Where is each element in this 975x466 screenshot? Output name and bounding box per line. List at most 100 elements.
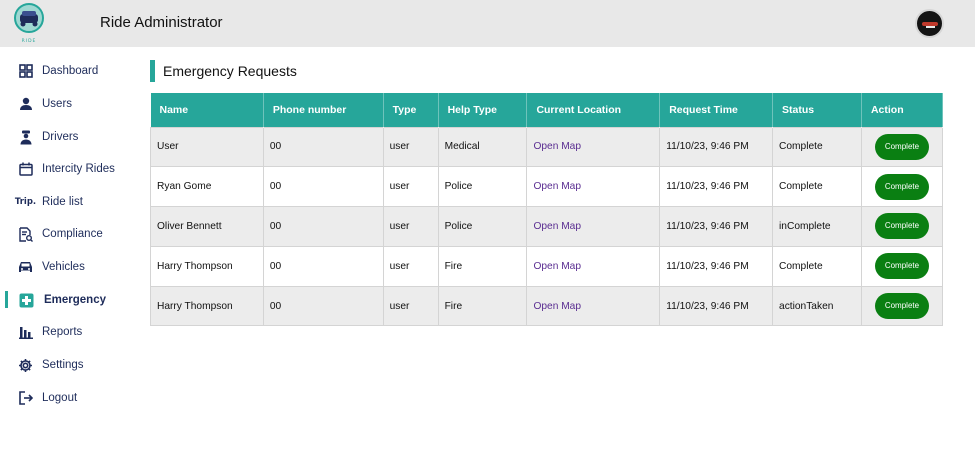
open-map-link[interactable]: Open Map [533,221,581,232]
table-row: Harry Thompson 00 user Fire Open Map 11/… [150,245,944,287]
complete-button[interactable]: Complete [874,173,929,200]
open-map-link[interactable]: Open Map [533,141,581,152]
sidebar-item-drivers[interactable]: Drivers [0,122,140,152]
complete-button[interactable]: Complete [874,213,929,240]
cell-action: Complete [860,206,944,247]
sidebar-item-ride-list[interactable]: Trip. Ride list [0,187,140,217]
table-row: Ryan Gome 00 user Police Open Map 11/10/… [150,166,944,208]
table-header-row: Name Phone number Type Help Type Current… [150,93,944,127]
cell-type: user [382,206,439,247]
cell-request-time: 11/10/23, 9:46 PM [659,166,774,208]
open-map-link[interactable]: Open Map [533,261,581,272]
cell-name: Ryan Gome [150,166,264,208]
column-header-status: Status [772,93,862,127]
medical-cross-icon [19,293,34,308]
cell-type: user [382,166,439,208]
column-header-action: Action [861,93,944,127]
driver-icon [18,130,33,145]
ride-car-logo-icon[interactable]: RIDE [10,2,48,44]
cell-action: Complete [860,285,944,327]
cell-name: Oliver Bennett [150,206,264,247]
dashboard-grid-icon [18,64,33,79]
cell-phone: 00 [262,285,384,327]
cell-status: Complete [772,126,862,168]
calendar-icon [18,162,33,177]
column-header-request-time: Request Time [659,93,774,127]
sidebar-item-intercity-rides[interactable]: Intercity Rides [0,154,140,184]
column-header-name: Name [150,93,264,127]
table-row: User 00 user Medical Open Map 11/10/23, … [150,126,944,168]
open-map-link[interactable]: Open Map [533,301,581,312]
cell-type: user [382,126,439,168]
section-accent-bar [150,60,155,82]
cell-help-type: Police [437,206,528,247]
cell-name: Harry Thompson [150,285,264,327]
cell-phone: 00 [262,126,384,168]
cell-phone: 00 [262,166,384,208]
cell-location: Open Map [526,166,661,208]
sidebar-item-label: Logout [42,392,78,404]
table-row: Harry Thompson 00 user Fire Open Map 11/… [150,285,944,327]
cell-location: Open Map [526,285,661,327]
svg-text:RIDE: RIDE [22,38,37,44]
sidebar-item-compliance[interactable]: Compliance [0,219,140,249]
sidebar-item-reports[interactable]: Reports [0,317,140,347]
sidebar-item-label: Users [42,98,73,110]
cell-name: User [150,126,264,168]
cell-status: inComplete [772,206,862,247]
profile-avatar-icon[interactable] [915,9,944,38]
cell-request-time: 11/10/23, 9:46 PM [659,285,774,327]
logout-icon [18,391,33,406]
complete-button[interactable]: Complete [874,133,929,160]
user-icon [18,97,33,112]
column-header-type: Type [383,93,439,127]
cell-help-type: Fire [437,285,528,327]
table-row: Oliver Bennett 00 user Police Open Map 1… [150,206,944,247]
cell-help-type: Medical [437,126,528,168]
sidebar-item-dashboard[interactable]: Dashboard [0,56,140,86]
cell-status: actionTaken [772,285,862,327]
sidebar-item-label: Drivers [42,131,79,143]
sidebar-item-label: Dashboard [42,65,99,77]
cell-type: user [382,285,439,327]
cell-request-time: 11/10/23, 9:46 PM [659,126,774,168]
cell-action: Complete [860,245,944,287]
cell-request-time: 11/10/23, 9:46 PM [659,245,774,287]
sidebar-item-label: Vehicles [42,261,85,273]
sidebar-item-label: Compliance [42,228,103,240]
sidebar-item-vehicles[interactable]: Vehicles [0,252,140,282]
cell-name: Harry Thompson [150,245,264,287]
trip-text-icon: Trip. [14,197,37,207]
document-search-icon [18,226,33,242]
cell-location: Open Map [526,206,661,247]
complete-button[interactable]: Complete [874,293,929,320]
column-header-location: Current Location [526,93,661,127]
complete-button[interactable]: Complete [874,253,929,280]
car-icon [18,260,33,275]
sidebar-item-emergency[interactable]: Emergency [0,285,140,315]
sidebar-item-logout[interactable]: Logout [0,383,140,413]
cell-location: Open Map [526,126,661,168]
open-map-link[interactable]: Open Map [533,181,581,192]
emergency-requests-table: Name Phone number Type Help Type Current… [150,93,944,327]
cell-phone: 00 [262,245,384,287]
cell-action: Complete [860,126,944,168]
column-header-phone: Phone number [263,93,384,127]
column-header-help-type: Help Type [438,93,528,127]
sidebar-item-settings[interactable]: Settings [0,350,140,380]
gear-icon [18,358,33,373]
cell-action: Complete [860,166,944,208]
sidebar-item-label: Emergency [44,294,107,306]
cell-location: Open Map [526,245,661,287]
cell-help-type: Fire [437,245,528,287]
cell-request-time: 11/10/23, 9:46 PM [659,206,774,247]
sidebar-item-users[interactable]: Users [0,89,140,119]
sidebar-item-label: Intercity Rides [42,163,115,175]
sidebar-item-label: Ride list [42,196,83,208]
cell-help-type: Police [437,166,528,208]
top-bar: RIDE Ride Administrator [0,0,975,47]
bar-chart-icon [18,325,33,340]
sidebar-item-label: Settings [42,359,84,371]
page-title: Emergency Requests [163,63,297,79]
cell-type: user [382,245,439,287]
